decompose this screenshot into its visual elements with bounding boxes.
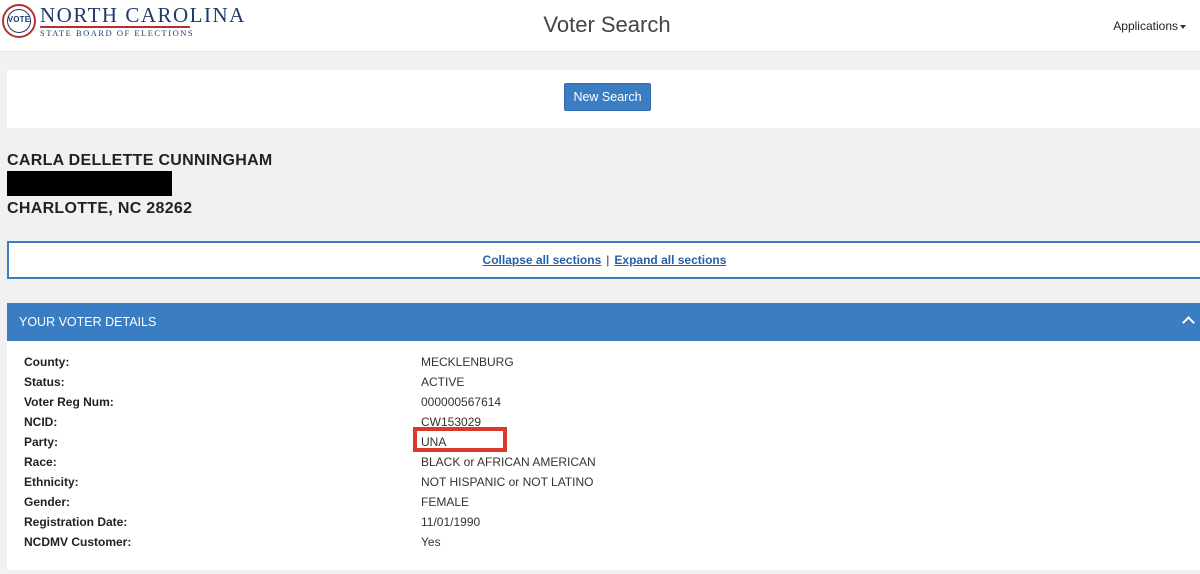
detail-row-party: Party: UNA (7, 432, 1200, 452)
detail-value: FEMALE (421, 495, 470, 509)
detail-row-voter-reg-num: Voter Reg Num: 000000567614 (7, 392, 1200, 412)
redacted-address (7, 171, 172, 196)
detail-label: NCDMV Customer: (24, 535, 132, 549)
applications-menu-label: Applications (1113, 19, 1178, 33)
voter-city-state-zip: CHARLOTTE, NC 28262 (7, 200, 193, 217)
applications-menu[interactable]: Applications (1113, 19, 1186, 33)
detail-label: NCID: (24, 415, 58, 429)
voter-details-body: County: MECKLENBURG Status: ACTIVE Voter… (7, 341, 1200, 570)
detail-label: Ethnicity: (24, 475, 79, 489)
top-header: VOTE NORTH CAROLINA STATE BOARD OF ELECT… (0, 0, 1200, 52)
detail-value: 000000567614 (421, 395, 502, 409)
detail-label: Status: (24, 375, 65, 389)
detail-label: Gender: (24, 495, 71, 509)
detail-label: Party: (24, 435, 59, 449)
detail-label: Registration Date: (24, 515, 128, 529)
detail-label: County: (24, 355, 70, 369)
expand-all-link[interactable]: Expand all sections (614, 253, 726, 267)
detail-value: BLACK or AFRICAN AMERICAN (421, 455, 596, 469)
detail-row-registration-date: Registration Date: 11/01/1990 (7, 512, 1200, 532)
toggle-separator: | (606, 253, 610, 267)
caret-down-icon (1180, 24, 1186, 29)
detail-row-race: Race: BLACK or AFRICAN AMERICAN (7, 452, 1200, 472)
detail-value: ACTIVE (421, 375, 465, 389)
detail-row-county: County: MECKLENBURG (7, 352, 1200, 372)
detail-value: NOT HISPANIC or NOT LATINO (421, 475, 594, 489)
detail-row-ncid: NCID: CW153029 (7, 412, 1200, 432)
detail-label: Voter Reg Num: (24, 395, 114, 409)
collapse-all-link[interactable]: Collapse all sections (483, 253, 602, 267)
detail-value: MECKLENBURG (421, 355, 514, 369)
detail-row-ethnicity: Ethnicity: NOT HISPANIC or NOT LATINO (7, 472, 1200, 492)
detail-row-ncdmv-customer: NCDMV Customer: Yes (7, 532, 1200, 552)
chevron-up-icon (1182, 316, 1195, 329)
party-highlight-box (413, 427, 507, 452)
new-search-button[interactable]: New Search (564, 83, 651, 111)
section-toggle-bar: Collapse all sections | Expand all secti… (7, 241, 1200, 279)
page-title: Voter Search (543, 12, 671, 37)
detail-value: Yes (421, 535, 441, 549)
detail-row-status: Status: ACTIVE (7, 372, 1200, 392)
detail-label: Race: (24, 455, 57, 469)
detail-row-gender: Gender: FEMALE (7, 492, 1200, 512)
search-panel: New Search (7, 70, 1200, 128)
voter-name: CARLA DELLETTE CUNNINGHAM (7, 152, 273, 169)
voter-details-title: YOUR VOTER DETAILS (19, 315, 157, 329)
detail-value: 11/01/1990 (421, 515, 481, 529)
voter-details-header[interactable]: YOUR VOTER DETAILS (7, 303, 1200, 341)
